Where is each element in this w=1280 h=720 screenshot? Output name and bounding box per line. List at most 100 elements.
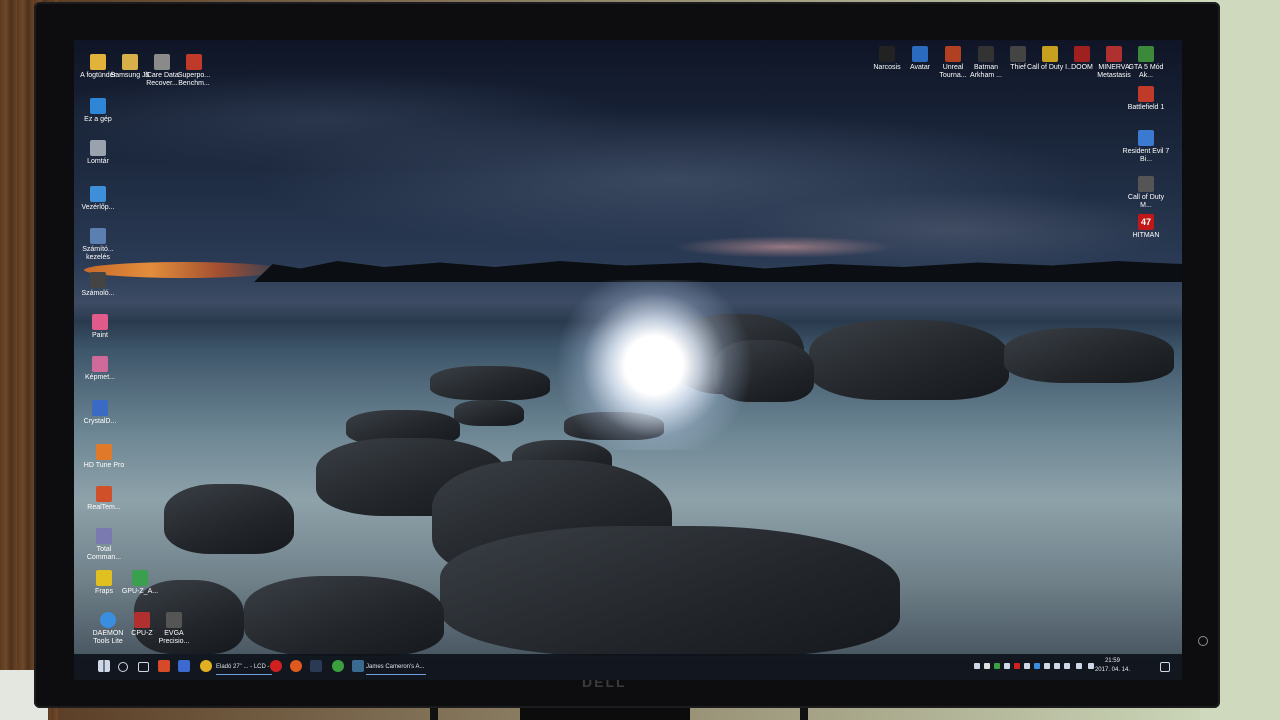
pink-cloud-glow: [674, 236, 894, 258]
desktop-icon[interactable]: Számoló...: [74, 272, 122, 298]
daemon-tools-icon: [100, 612, 116, 628]
cod-icon: [1042, 46, 1058, 62]
desktop-icon[interactable]: HD Tune Pro: [80, 444, 128, 470]
phone-icon: [122, 54, 138, 70]
task-view-icon[interactable]: [138, 662, 149, 672]
tray-icon[interactable]: [1054, 663, 1060, 669]
desktop-icon-label: Fraps: [95, 588, 113, 595]
rock: [1004, 328, 1174, 383]
desktop-icon[interactable]: 47 HITMAN: [1122, 214, 1170, 240]
computer-icon: [90, 98, 106, 114]
chrome-icon[interactable]: [200, 660, 212, 672]
resident-evil-icon: [1138, 130, 1154, 146]
search-icon[interactable]: [118, 662, 128, 672]
tray-icon[interactable]: [994, 663, 1000, 669]
pinned-app-icon[interactable]: [178, 660, 190, 672]
minerva-icon: [1106, 46, 1122, 62]
tray-icon[interactable]: [1014, 663, 1020, 669]
desktop-icon[interactable]: Total Comman...: [80, 528, 128, 562]
crystaldisk-icon: [92, 400, 108, 416]
desktop-icon-label: Ez a gép: [84, 116, 112, 123]
desktop-icon-label: Számító... kezelés: [82, 246, 114, 261]
recovery-icon: [154, 54, 170, 70]
desktop-icon-label: Vezérlőp...: [81, 204, 115, 211]
desktop-icon-label: Lomtár: [87, 158, 109, 165]
opera-icon[interactable]: [270, 660, 282, 672]
fraps-icon: [96, 570, 112, 586]
desktop-icon[interactable]: GPU-Z_A...: [116, 570, 164, 596]
desktop-icon-label: Paint: [92, 332, 108, 339]
volume-icon[interactable]: [1088, 663, 1094, 669]
desktop-icon[interactable]: Vezérlőp...: [74, 186, 122, 212]
taskbar-window[interactable]: James Cameron's A...: [366, 660, 426, 675]
desktop-icon-label: Számoló...: [81, 290, 115, 297]
calculator-icon: [90, 272, 106, 288]
desktop-icon-label: Total Comman...: [86, 546, 122, 561]
desktop-icon[interactable]: Superpo... Benchm...: [170, 54, 218, 88]
evga-icon: [166, 612, 182, 628]
taskbar-clock[interactable]: 21:59 2017. 04. 14.: [1095, 657, 1130, 675]
control-panel-icon: [90, 186, 106, 202]
desktop-icon[interactable]: RealTem...: [80, 486, 128, 512]
desktop-icon[interactable]: Paint: [76, 314, 124, 340]
tray-icon[interactable]: [1044, 663, 1050, 669]
unreal-icon: [945, 46, 961, 62]
clouds: [74, 40, 1182, 270]
desktop-icon-label: HD Tune Pro: [83, 462, 125, 469]
desktop-icon[interactable]: CrystalD...: [76, 400, 124, 426]
desktop-icon-label: GTA 5 Mód Ak...: [1128, 64, 1164, 79]
gpuz-icon: [132, 570, 148, 586]
flash-reflection: [554, 280, 754, 450]
tray-icon[interactable]: [1024, 663, 1030, 669]
thief-icon: [1010, 46, 1026, 62]
windows-start-icon[interactable]: [98, 660, 110, 672]
desktop-icon[interactable]: Call of Duty M...: [1122, 176, 1170, 210]
pinned-app-icon[interactable]: [158, 660, 170, 672]
avatar-icon: [912, 46, 928, 62]
desktop-icon[interactable]: Lomtár: [74, 140, 122, 166]
cod-mw-icon: [1138, 176, 1154, 192]
pinned-app-icon[interactable]: [332, 660, 344, 672]
desktop-icon[interactable]: Resident Evil 7 Bi...: [1122, 130, 1170, 164]
desktop-icon[interactable]: Számító... kezelés: [74, 228, 122, 262]
tray-icon[interactable]: [1004, 663, 1010, 669]
taskbar-window[interactable]: Eladó 27" ... - LCD - ...: [216, 660, 272, 680]
network-icon[interactable]: [1076, 663, 1082, 669]
firefox-icon[interactable]: [290, 660, 302, 672]
rock: [164, 484, 294, 554]
desktop-icon-label: Thief: [1010, 64, 1026, 71]
rock: [440, 526, 900, 656]
desktop-icon[interactable]: Battlefield 1: [1122, 86, 1170, 112]
game-window-icon[interactable]: [352, 660, 364, 672]
desktop-icon[interactable]: Képmet...: [76, 356, 124, 382]
battlefield-icon: [1138, 86, 1154, 102]
desktop-icon-label: Call of Duty M...: [1127, 194, 1165, 209]
total-commander-icon: [96, 528, 112, 544]
tray-icon[interactable]: [984, 663, 990, 669]
desktop-icon-label: Avatar: [909, 64, 931, 71]
notification-center-icon[interactable]: [1160, 662, 1170, 672]
folder-icon: [90, 54, 106, 70]
paint-icon: [92, 314, 108, 330]
realtemp-icon: [96, 486, 112, 502]
tray-icon[interactable]: [974, 663, 980, 669]
tray-icon[interactable]: [1034, 663, 1040, 669]
desktop-icon-label: Resident Evil 7 Bi...: [1122, 148, 1170, 163]
clock-date: 2017. 04. 14.: [1094, 667, 1130, 673]
taskbar: Eladó 27" ... - LCD - ... James Cameron'…: [74, 654, 1182, 680]
rock: [809, 320, 1009, 400]
rock: [244, 576, 444, 656]
power-button-icon[interactable]: [1198, 636, 1208, 646]
rock: [430, 366, 550, 400]
cpuz-icon: [134, 612, 150, 628]
hdtune-icon: [96, 444, 112, 460]
desktop-icon[interactable]: GTA 5 Mód Ak...: [1122, 46, 1170, 80]
gta-icon: [1138, 46, 1154, 62]
desktop-icon[interactable]: EVGA Precisio...: [150, 612, 198, 646]
desktop-icon[interactable]: Ez a gép: [74, 98, 122, 124]
steam-icon[interactable]: [310, 660, 322, 672]
monitor-screen: A fogtündér Samsung J5 iCare Data Recove…: [74, 40, 1182, 680]
narcosis-icon: [879, 46, 895, 62]
tray-icon[interactable]: [1064, 663, 1070, 669]
desktop-icon-label: RealTem...: [87, 504, 121, 511]
